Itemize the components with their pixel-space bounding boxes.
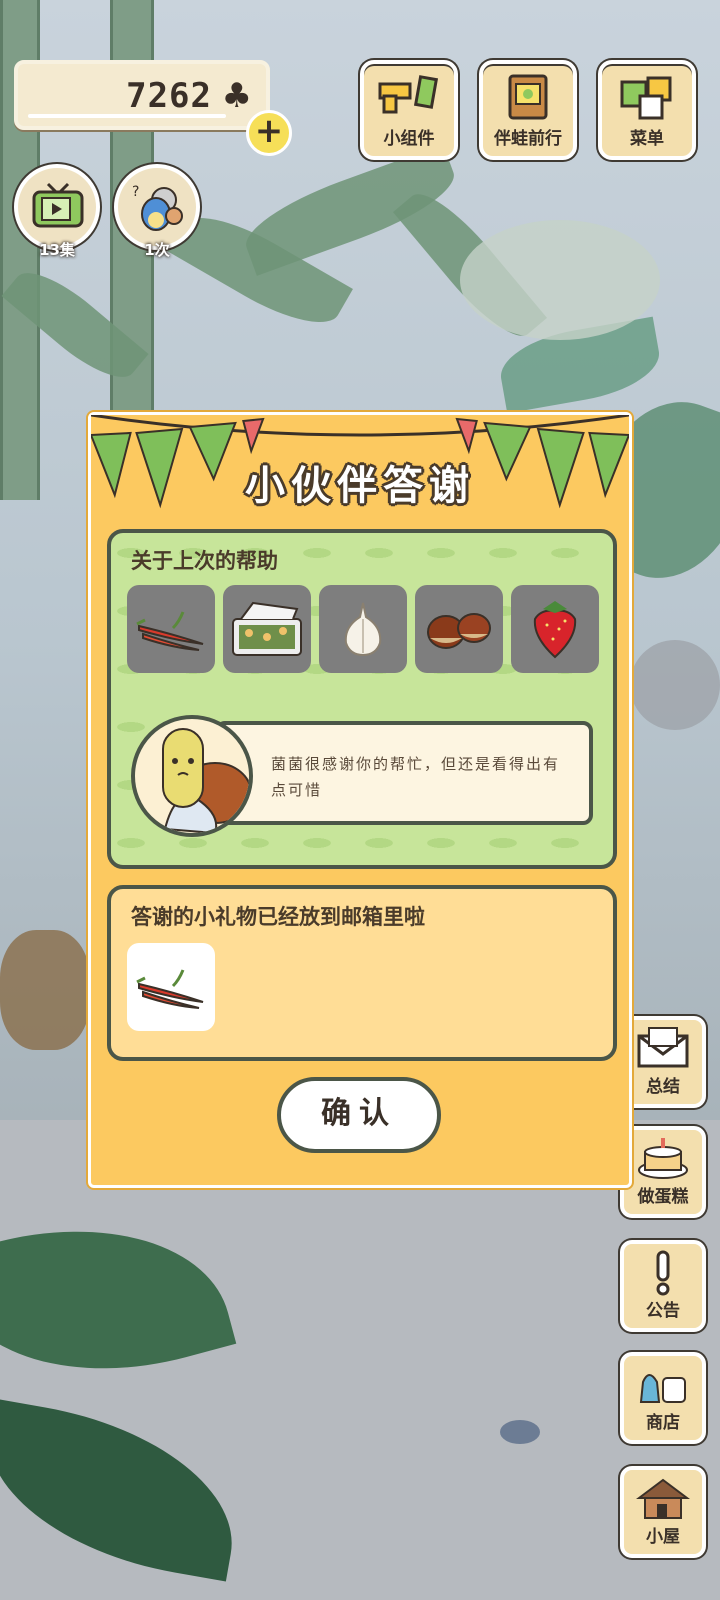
items-row [127,585,599,673]
cake-button[interactable]: 做蛋糕 [620,1126,706,1218]
widget-label: 小组件 [383,129,435,149]
rock [630,640,720,730]
summary-label: 总结 [646,1077,680,1097]
clover-counter: 7262 ♣ [14,60,270,130]
dialog-title: 小伙伴答谢 [245,463,475,509]
shop-button[interactable]: 商店 [620,1352,706,1444]
exclamation-icon [624,1244,702,1296]
house-icon [624,1470,702,1522]
item-strawberry [511,585,599,673]
widget-icon [364,64,454,124]
garlic-icon [344,602,382,657]
house-button[interactable]: 小屋 [620,1466,706,1558]
menu-button[interactable]: 菜单 [598,60,696,160]
divider [28,114,226,118]
menu-icon [602,64,692,124]
help-panel: 关于上次的帮助 菌菌很感谢你的帮忙，但还是看得出有点可惜 [107,529,617,869]
album-button[interactable]: 伴蛙前行 [479,60,577,160]
widget-button[interactable]: 小组件 [360,60,458,160]
message-bubble: 菌菌很感谢你的帮忙，但还是看得出有点可惜 [215,721,593,825]
menu-label: 菜单 [630,129,664,149]
message-text: 菌菌很感谢你的帮忙，但还是看得出有点可惜 [271,755,561,799]
chili-icon [136,969,204,1009]
cake-icon [624,1130,702,1182]
notice-button[interactable]: 公告 [620,1240,706,1332]
tv-button[interactable]: 13集 [14,164,100,259]
visitors-button[interactable]: ? 1次 [114,164,200,259]
sack [0,930,90,1050]
bento-icon [232,601,302,656]
svg-text:?: ? [132,184,139,200]
visitors-icon: ? [132,184,183,231]
shop-icon [624,1356,702,1408]
item-bento [223,585,311,673]
rock [460,220,660,340]
gift-panel: 答谢的小礼物已经放到邮箱里啦 [107,885,617,1061]
album-icon [483,64,573,124]
item-garlic [319,585,407,673]
chili-icon [136,611,204,651]
confirm-button[interactable]: 确认 [277,1077,441,1153]
tv-count: 13集 [39,241,75,259]
help-heading: 关于上次的帮助 [131,549,278,573]
notice-label: 公告 [646,1301,680,1321]
gift-item[interactable] [127,943,215,1031]
pebble [500,1420,540,1444]
avatar [131,715,253,837]
album-label: 伴蛙前行 [494,129,562,149]
clover-count: 7262 [126,76,212,116]
letter-icon [624,1020,702,1072]
thanks-dialog: 小伙伴答谢 关于上次的帮助 菌菌很感谢你的帮忙，但还是看得出有点可惜 答谢的小礼… [88,412,632,1188]
item-chili [127,585,215,673]
summary-button[interactable]: 总结 [620,1016,706,1108]
clover-icon: ♣ [221,76,252,116]
item-chestnut [415,585,503,673]
strawberry-icon [533,601,577,659]
mushroom-friend-icon [162,728,249,833]
add-clover-button[interactable]: + [246,110,292,156]
tv-icon [32,182,84,228]
visitors-count: 1次 [144,241,170,259]
chestnut-icon [427,613,491,649]
gift-heading: 答谢的小礼物已经放到邮箱里啦 [131,905,425,929]
